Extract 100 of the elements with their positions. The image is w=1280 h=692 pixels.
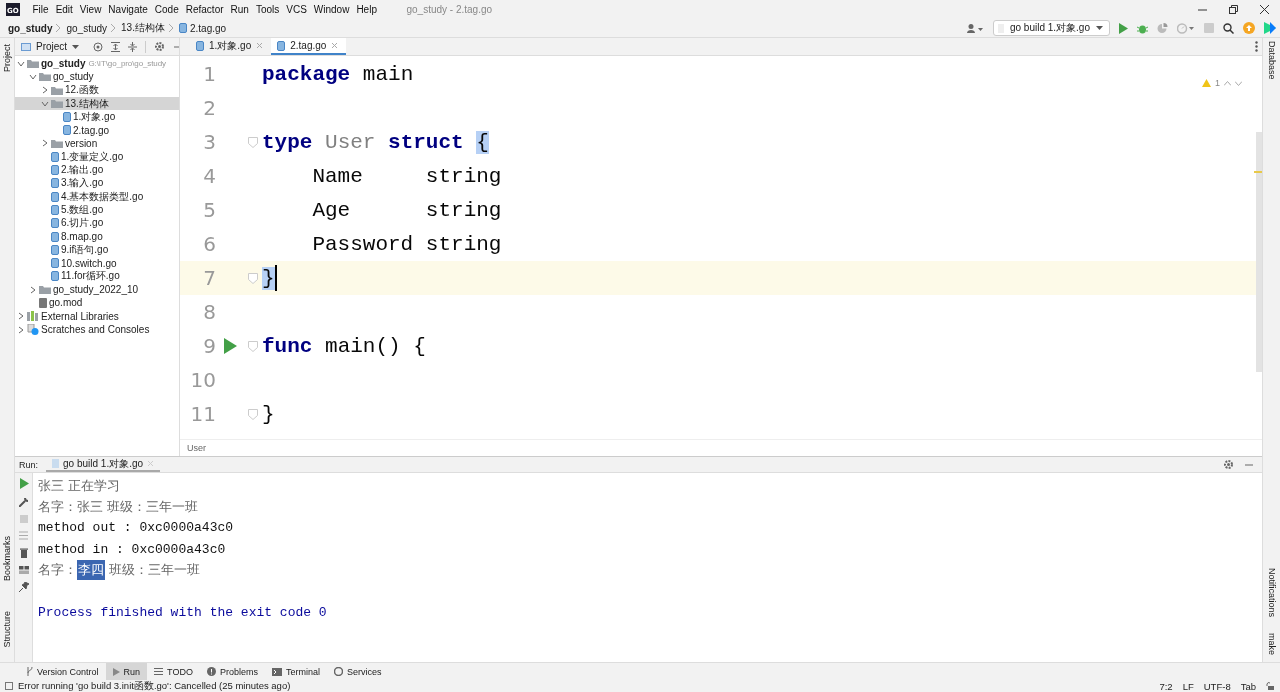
tree-row[interactable]: 1.对象.go: [15, 110, 179, 124]
console-output: 班级：三年一班: [108, 561, 201, 580]
status-item[interactable]: UTF-8: [1203, 680, 1231, 692]
trash-icon[interactable]: [19, 548, 28, 558]
restore-icon[interactable]: [1229, 5, 1238, 14]
tree-row[interactable]: 3.输入.go: [15, 176, 179, 190]
breadcrumb-item[interactable]: 13.结构体: [121, 21, 165, 35]
breadcrumb-item[interactable]: 2.tag.go: [189, 22, 227, 34]
tree-row[interactable]: go_study_2022_10: [15, 283, 179, 297]
tree-row[interactable]: 9.if语句.go: [15, 243, 179, 257]
tool-window-button[interactable]: Project: [1, 40, 13, 76]
tree-row[interactable]: External Libraries: [15, 309, 179, 323]
tree-row[interactable]: go_study G:\IT\go_pro\go_study: [15, 57, 179, 71]
target-icon[interactable]: [93, 41, 104, 52]
wrench-icon[interactable]: [18, 497, 29, 507]
tree-row[interactable]: 2.tag.go: [15, 123, 179, 137]
tree-row[interactable]: 5.数组.go: [15, 203, 179, 217]
lock-icon[interactable]: [1266, 682, 1274, 690]
update-icon[interactable]: [1243, 22, 1255, 34]
status-item[interactable]: Tab: [1240, 680, 1256, 692]
more-icon[interactable]: [1255, 41, 1258, 52]
tree-row[interactable]: 6.切片.go: [15, 216, 179, 230]
menu-item[interactable]: Refactor: [182, 2, 228, 17]
tool-window-button[interactable]: Bookmarks: [1, 532, 13, 586]
layout-icon[interactable]: [18, 566, 29, 574]
menu-item[interactable]: File: [29, 2, 53, 17]
next-icon[interactable]: [1235, 80, 1242, 86]
tree-row[interactable]: 1.变量定义.go: [15, 150, 179, 164]
tree-row[interactable]: version: [15, 136, 179, 151]
breadcrumb-item[interactable]: go_study: [8, 22, 53, 34]
search-icon[interactable]: [1223, 22, 1234, 34]
tool-window-tab[interactable]: TODO: [147, 663, 200, 680]
tool-window-button[interactable]: Structure: [1, 607, 13, 652]
tree-row[interactable]: 12.函数: [15, 83, 179, 97]
caret-icon[interactable]: [1096, 26, 1103, 30]
code-line: }: [262, 402, 275, 426]
close-icon[interactable]: [1260, 5, 1269, 14]
line-number: 9: [202, 334, 216, 358]
tool-window-button[interactable]: Database: [1265, 39, 1278, 82]
tree-row[interactable]: 11.for循环.go: [15, 269, 179, 284]
collapse-all-icon[interactable]: [128, 41, 138, 52]
tool-window-tab[interactable]: Services: [326, 663, 389, 680]
line-number: 1: [202, 62, 216, 86]
expand-all-icon[interactable]: [111, 41, 121, 52]
tree-row[interactable]: 4.基本数据类型.go: [15, 189, 179, 204]
tool-window-tab[interactable]: Terminal: [264, 663, 327, 680]
settings-icon[interactable]: [154, 41, 166, 52]
user-icon[interactable]: [966, 23, 983, 33]
menu-item[interactable]: VCS: [282, 2, 311, 17]
settings-icon[interactable]: [1223, 459, 1234, 470]
toolbox-icon[interactable]: [1264, 22, 1276, 34]
chevron-icon: [168, 24, 173, 32]
editor-tab[interactable]: 2.tag.go: [271, 38, 347, 55]
console-output: Process finished with the exit code 0: [38, 605, 327, 621]
tree-row[interactable]: go.mod: [15, 296, 179, 310]
pin-icon[interactable]: [18, 582, 29, 592]
sort-icon[interactable]: [19, 531, 28, 540]
fold-marker-icon[interactable]: [248, 340, 258, 352]
tool-window-tab[interactable]: Problems: [199, 663, 265, 680]
breadcrumb-item[interactable]: User: [187, 443, 206, 453]
text-caret: [274, 265, 277, 291]
tree-row[interactable]: go_study: [15, 70, 179, 84]
menu-item[interactable]: Tools: [252, 2, 283, 17]
run-icon[interactable]: [18, 478, 29, 489]
fold-marker-icon[interactable]: [248, 136, 258, 148]
caret-icon[interactable]: [72, 44, 80, 49]
status-item[interactable]: LF: [1182, 680, 1194, 692]
tree-row[interactable]: 10.switch.go: [15, 256, 179, 270]
menu-item[interactable]: Edit: [52, 2, 77, 17]
panel-toggle-icon[interactable]: [5, 682, 13, 690]
menu-item[interactable]: View: [76, 2, 105, 17]
profiler-icon[interactable]: [1177, 22, 1195, 34]
menu-item[interactable]: Help: [352, 2, 381, 17]
tree-row[interactable]: 13.结构体: [15, 96, 179, 111]
run-icon[interactable]: [1118, 22, 1128, 34]
run-gutter-icon[interactable]: [223, 338, 237, 354]
code-line: package main: [262, 62, 414, 86]
tool-window-button[interactable]: Notifications: [1265, 565, 1278, 619]
editor-tab[interactable]: 1.对象.go: [190, 38, 272, 55]
menu-item[interactable]: Run: [227, 2, 253, 17]
fold-marker-icon[interactable]: [248, 408, 258, 420]
tree-row[interactable]: 8.map.go: [15, 229, 179, 244]
coverage-icon[interactable]: [1157, 22, 1168, 34]
warning-indicator[interactable]: 1: [1202, 78, 1242, 88]
status-item[interactable]: 7:2: [1159, 680, 1173, 692]
menu-item[interactable]: Navigate: [104, 2, 152, 17]
run-configuration-dropdown[interactable]: go build 1.对象.go: [992, 20, 1110, 36]
fold-marker-icon[interactable]: [248, 272, 258, 284]
run-configuration-tab[interactable]: go build 1.对象.go: [46, 457, 161, 472]
breadcrumb-item[interactable]: go_study: [66, 22, 108, 34]
tool-window-button[interactable]: make: [1265, 631, 1278, 657]
menu-item[interactable]: Code: [151, 2, 183, 17]
tool-window-tab[interactable]: Run: [105, 663, 148, 680]
tool-window-tab[interactable]: Version Control: [20, 663, 106, 680]
scrollbar[interactable]: [1256, 132, 1262, 372]
problems-icon: [206, 667, 216, 676]
tree-row[interactable]: 2.输出.go: [15, 163, 179, 177]
tree-row[interactable]: Scratches and Consoles: [15, 322, 179, 337]
menu-item[interactable]: Window: [310, 2, 353, 17]
previous-icon[interactable]: [1224, 80, 1231, 86]
